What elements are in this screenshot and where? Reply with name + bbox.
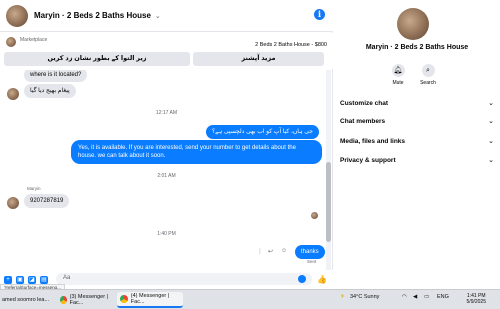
seen-avatar: [311, 212, 318, 219]
message-incoming: پیغام بھیج دیا گیا: [24, 84, 76, 98]
chrome-icon: [120, 295, 128, 303]
search-label: Search: [420, 80, 436, 86]
conversation-title[interactable]: Maryin · 2 Beds 2 Baths House: [34, 11, 151, 20]
message-input-placeholder: Aa: [63, 275, 71, 281]
gif-icon[interactable]: ▤: [40, 275, 48, 284]
reply-icon[interactable]: ↩: [268, 248, 273, 255]
wifi-icon[interactable]: ◠: [402, 294, 407, 300]
row-chat-members[interactable]: Chat members ⌄: [334, 115, 500, 131]
bell-icon: 🔔︎: [391, 64, 405, 77]
message-outgoing: Yes, it is available. If you are interes…: [71, 140, 322, 164]
taskbar-item-active[interactable]: (4) Messenger | Fac...: [117, 292, 183, 308]
message-scrollbar[interactable]: [326, 70, 331, 270]
chevron-down-icon: ⌄: [488, 157, 494, 164]
chat-header: Maryin · 2 Beds 2 Baths House ⌄ i: [0, 0, 333, 32]
row-label: Chat members: [340, 118, 386, 125]
battery-icon[interactable]: ▭: [424, 294, 429, 300]
row-label: Customize chat: [340, 100, 389, 107]
chevron-down-icon: ⌄: [488, 118, 494, 125]
mark-pending-button[interactable]: زیر التوا کے بطور نشان زد کریں: [4, 52, 190, 66]
plus-icon[interactable]: +: [4, 275, 12, 284]
system-clock[interactable]: 1:41 PM 5/9/2025: [467, 293, 486, 305]
messenger-screen: Maryin · 2 Beds 2 Baths House ⌄ i Market…: [0, 0, 500, 309]
chevron-down-icon: ⌄: [488, 138, 494, 145]
listing-thumbnail: [6, 37, 16, 47]
more-icon[interactable]: ⋮: [257, 248, 263, 255]
weather-text[interactable]: 34°C Sunny: [350, 294, 379, 300]
chat-pane: Maryin · 2 Beds 2 Baths House ⌄ i Market…: [0, 0, 333, 291]
taskbar-item-label: amed soomro lea...: [2, 297, 50, 303]
sticker-icon[interactable]: ◪: [28, 275, 36, 284]
weather-icon[interactable]: ☀: [340, 294, 345, 300]
sender-avatar: [7, 197, 19, 209]
taskbar-item[interactable]: (3) Messenger | Fac...: [60, 292, 114, 308]
search-icon: ⌕: [421, 64, 435, 77]
more-options-button[interactable]: مزید آپشنز: [193, 52, 324, 66]
image-icon[interactable]: ▣: [16, 275, 24, 284]
marketplace-banner: Marketplace 2 Beds 2 Baths House - $800 …: [0, 33, 333, 69]
row-label: Media, files and links: [340, 138, 406, 145]
react-icon[interactable]: ☺: [281, 248, 287, 254]
taskbar-item-label: (3) Messenger | Fac...: [69, 294, 109, 306]
timestamp: 12:17 AM: [155, 110, 178, 116]
language-indicator[interactable]: ENG: [437, 294, 449, 300]
row-privacy-support[interactable]: Privacy & support ⌄: [334, 154, 500, 170]
chrome-icon: [60, 296, 67, 304]
taskbar: amed soomro lea... (3) Messenger | Fac..…: [0, 289, 500, 309]
message-input[interactable]: Aa: [56, 273, 312, 285]
taskbar-item-label: (4) Messenger | Fac...: [130, 293, 170, 305]
message-line: Yes, it is available. If you are interes…: [78, 145, 296, 151]
marketplace-label: Marketplace: [20, 37, 48, 43]
mute-label: Mute: [392, 80, 404, 86]
row-customize-chat[interactable]: Customize chat ⌄: [334, 97, 500, 113]
timestamp: 1:40 PM: [157, 231, 176, 237]
panel-avatar[interactable]: [397, 8, 429, 40]
info-icon[interactable]: i: [314, 9, 325, 20]
conversation-avatar[interactable]: [6, 4, 28, 27]
message-outgoing: جی ہاں، کیا آپ کو اب بھی دلچسپی ہے؟: [206, 125, 320, 139]
panel-title: Maryin · 2 Beds 2 Baths House: [365, 44, 469, 51]
row-label: Privacy & support: [340, 157, 396, 164]
row-media-files-links[interactable]: Media, files and links ⌄: [334, 135, 500, 151]
sender-avatar: [7, 88, 19, 100]
chevron-down-icon[interactable]: ⌄: [155, 12, 161, 20]
listing-title[interactable]: 2 Beds 2 Baths House - $800: [255, 42, 327, 48]
clock-date: 5/9/2025: [466, 299, 486, 305]
chevron-down-icon: ⌄: [488, 100, 494, 107]
sent-status: Sent: [307, 259, 317, 264]
sender-name: Maryin: [27, 186, 41, 191]
taskbar-item[interactable]: amed soomro lea...: [2, 292, 54, 308]
conversation-info-panel: Maryin · 2 Beds 2 Baths House 🔔︎ Mute ⌕ …: [334, 0, 500, 289]
emoji-icon[interactable]: [298, 275, 306, 283]
speaker-icon[interactable]: ◀: [413, 294, 417, 300]
message-line: house. we can talk about it soon.: [78, 153, 166, 159]
message-incoming: 9207287819: [24, 194, 70, 208]
mute-button[interactable]: 🔔︎ Mute: [384, 64, 412, 86]
message-incoming: where is it located?: [24, 70, 88, 82]
like-icon[interactable]: 👍: [317, 275, 327, 284]
scrollbar-thumb[interactable]: [326, 162, 331, 242]
timestamp: 2:01 AM: [157, 173, 176, 179]
search-button[interactable]: ⌕ Search: [414, 64, 442, 86]
message-outgoing: thanks: [295, 245, 325, 259]
message-list: where is it located? پیغام بھیج دیا گیا …: [0, 70, 333, 270]
